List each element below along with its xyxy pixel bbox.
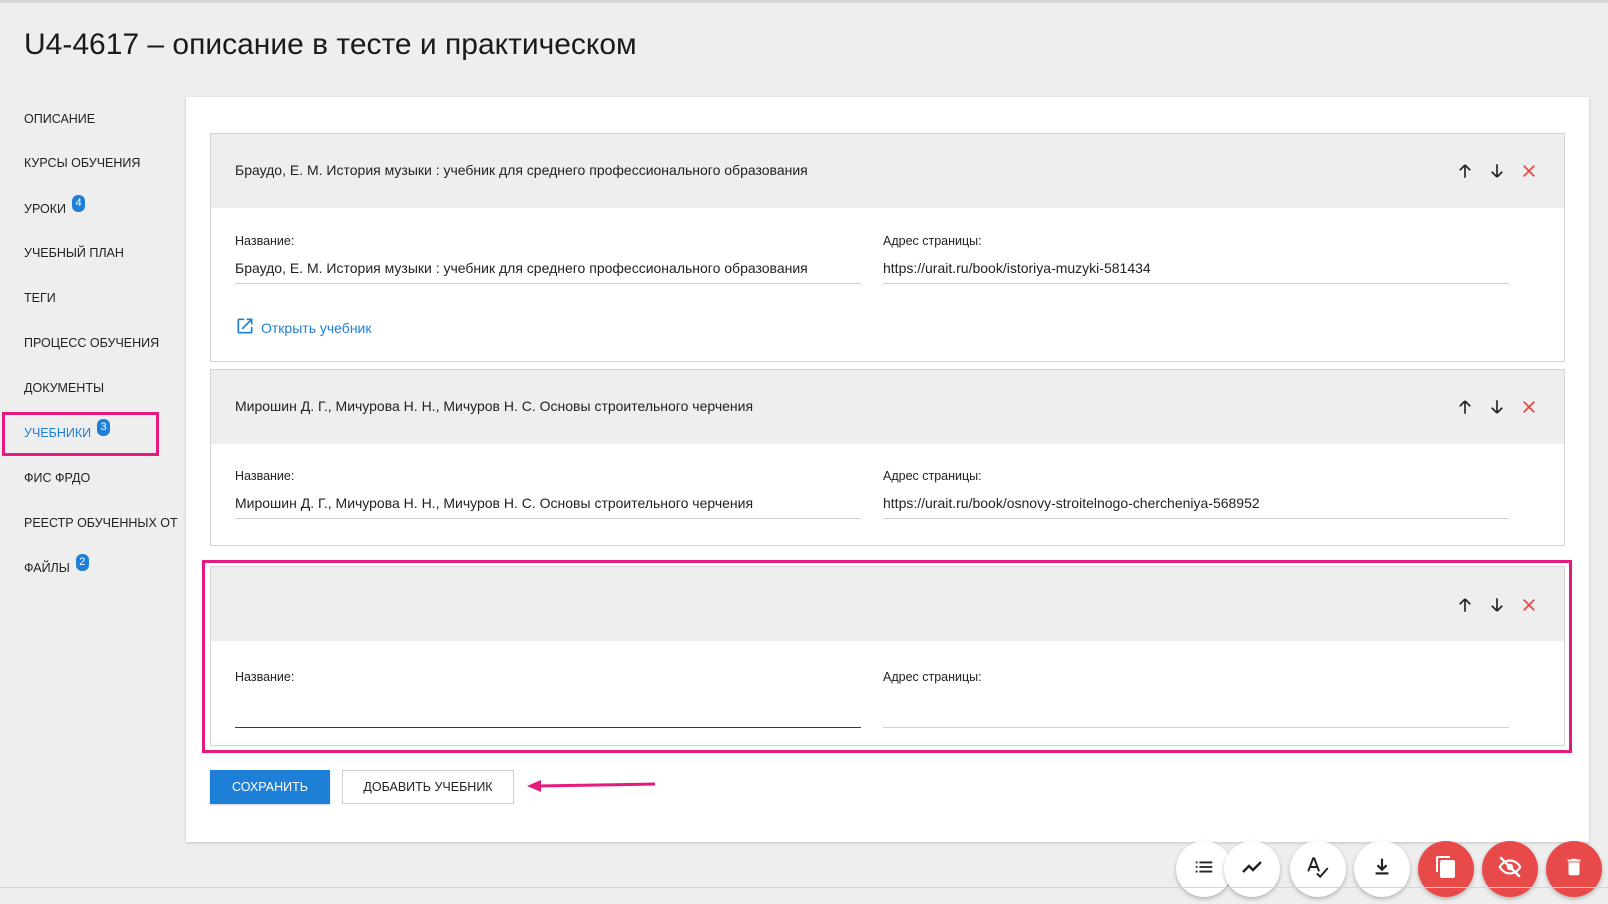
sidebar-item-trained-registry[interactable]: РЕЕСТР ОБУЧЕННЫХ ОТ [24,516,178,530]
top-border [0,0,1608,3]
download-icon [1371,856,1393,883]
move-up-icon[interactable] [1454,396,1476,418]
lessons-count-badge: 4 [72,195,85,212]
hide-button[interactable] [1482,841,1538,897]
open-textbook-label: Открыть учебник [261,319,372,336]
save-button[interactable]: СОХРАНИТЬ [210,770,330,804]
sidebar-item-label: ОПИСАНИЕ [24,112,96,126]
download-button[interactable] [1354,841,1410,897]
textbook-card-header[interactable]: Браудо, Е. М. История музыки : учебник д… [211,134,1564,208]
textbook-url-field: Адрес страницы: https://urait.ru/book/os… [883,469,1509,519]
move-down-icon[interactable] [1486,396,1508,418]
delete-button[interactable] [1546,841,1602,897]
annotation-arrow-icon [527,780,656,792]
textbook-url-input[interactable]: https://urait.ru/book/istoriya-muzyki-58… [883,260,1509,284]
textbook-card-title: Браудо, Е. М. История музыки : учебник д… [235,162,808,178]
sidebar-item-label: ФИС ФРДО [24,471,91,485]
annotation-highlight-new-textbook [202,560,1572,753]
sidebar-item-documents[interactable]: ДОКУМЕНТЫ [24,381,104,395]
sidebar-item-label: ФАЙЛЫ [24,561,70,575]
sidebar-item-courses[interactable]: КУРСЫ ОБУЧЕНИЯ [24,156,140,170]
trash-icon [1563,856,1585,883]
textbook-card-title: Мирошин Д. Г., Мичурова Н. Н., Мичуров Н… [235,398,754,414]
files-count-badge: 2 [75,554,89,571]
copy-icon [1434,855,1458,884]
open-textbook-link[interactable]: Открыть учебник [235,316,372,339]
sidebar-item-description[interactable]: ОПИСАНИЕ [24,112,95,126]
remove-icon[interactable] [1518,160,1540,182]
field-label: Название: [235,469,295,483]
sidebar-item-label: РЕЕСТР ОБУЧЕННЫХ ОТ [24,516,178,530]
textbook-url-input[interactable]: https://urait.ru/book/osnovy-stroitelnog… [883,495,1509,519]
textbook-card: Мирошин Д. Г., Мичурова Н. Н., Мичуров Н… [210,369,1565,546]
textbook-card-controls [1454,160,1540,182]
field-label: Адрес страницы: [883,469,982,483]
sidebar-item-lessons[interactable]: УРОКИ 4 [24,194,85,216]
textbook-name-field: Название: Браудо, Е. М. История музыки :… [235,234,861,284]
textbook-name-input[interactable]: Мирошин Д. Г., Мичурова Н. Н., Мичуров Н… [235,495,861,519]
sidebar-item-curriculum[interactable]: УЧЕБНЫЙ ПЛАН [24,246,124,260]
textbook-name-field: Название: Мирошин Д. Г., Мичурова Н. Н.,… [235,469,861,519]
page-title: U4-4617 – описание в тесте и практическо… [24,28,637,61]
sidebar-item-label: УРОКИ [24,202,66,216]
spellcheck-icon [1305,854,1331,885]
sidebar-item-fis-frdo[interactable]: ФИС ФРДО [24,471,90,485]
field-label: Название: [235,234,295,248]
copy-button[interactable] [1418,841,1474,897]
annotation-highlight-textbooks [2,412,159,456]
sidebar-item-label: ПРОЦЕСС ОБУЧЕНИЯ [24,336,160,350]
visibility-off-icon [1497,854,1523,885]
list-icon [1193,856,1215,883]
trend-icon [1240,855,1264,884]
trend-button[interactable] [1224,841,1280,897]
sidebar-item-learning-process[interactable]: ПРОЦЕСС ОБУЧЕНИЯ [24,336,159,350]
sidebar-item-label: ТЕГИ [24,291,56,305]
textbook-name-input[interactable]: Браудо, Е. М. История музыки : учебник д… [235,260,861,284]
sidebar-item-label: УЧЕБНЫЙ ПЛАН [24,246,124,260]
spellcheck-button[interactable] [1290,841,1346,897]
field-label: Адрес страницы: [883,234,982,248]
bottom-divider [0,887,1608,888]
textbook-card: Браудо, Е. М. История музыки : учебник д… [210,133,1565,362]
sidebar-item-label: КУРСЫ ОБУЧЕНИЯ [24,156,141,170]
sidebar-item-label: ДОКУМЕНТЫ [24,381,105,395]
remove-icon[interactable] [1518,396,1540,418]
add-textbook-button[interactable]: ДОБАВИТЬ УЧЕБНИК [342,770,514,804]
sidebar-item-files[interactable]: ФАЙЛЫ 2 [24,553,89,575]
sidebar-item-tags[interactable]: ТЕГИ [24,291,56,305]
textbook-card-controls [1454,396,1540,418]
open-external-icon [235,316,255,339]
textbook-url-field: Адрес страницы: https://urait.ru/book/is… [883,234,1509,284]
move-up-icon[interactable] [1454,160,1476,182]
move-down-icon[interactable] [1486,160,1508,182]
textbook-card-header[interactable]: Мирошин Д. Г., Мичурова Н. Н., Мичуров Н… [211,370,1564,444]
